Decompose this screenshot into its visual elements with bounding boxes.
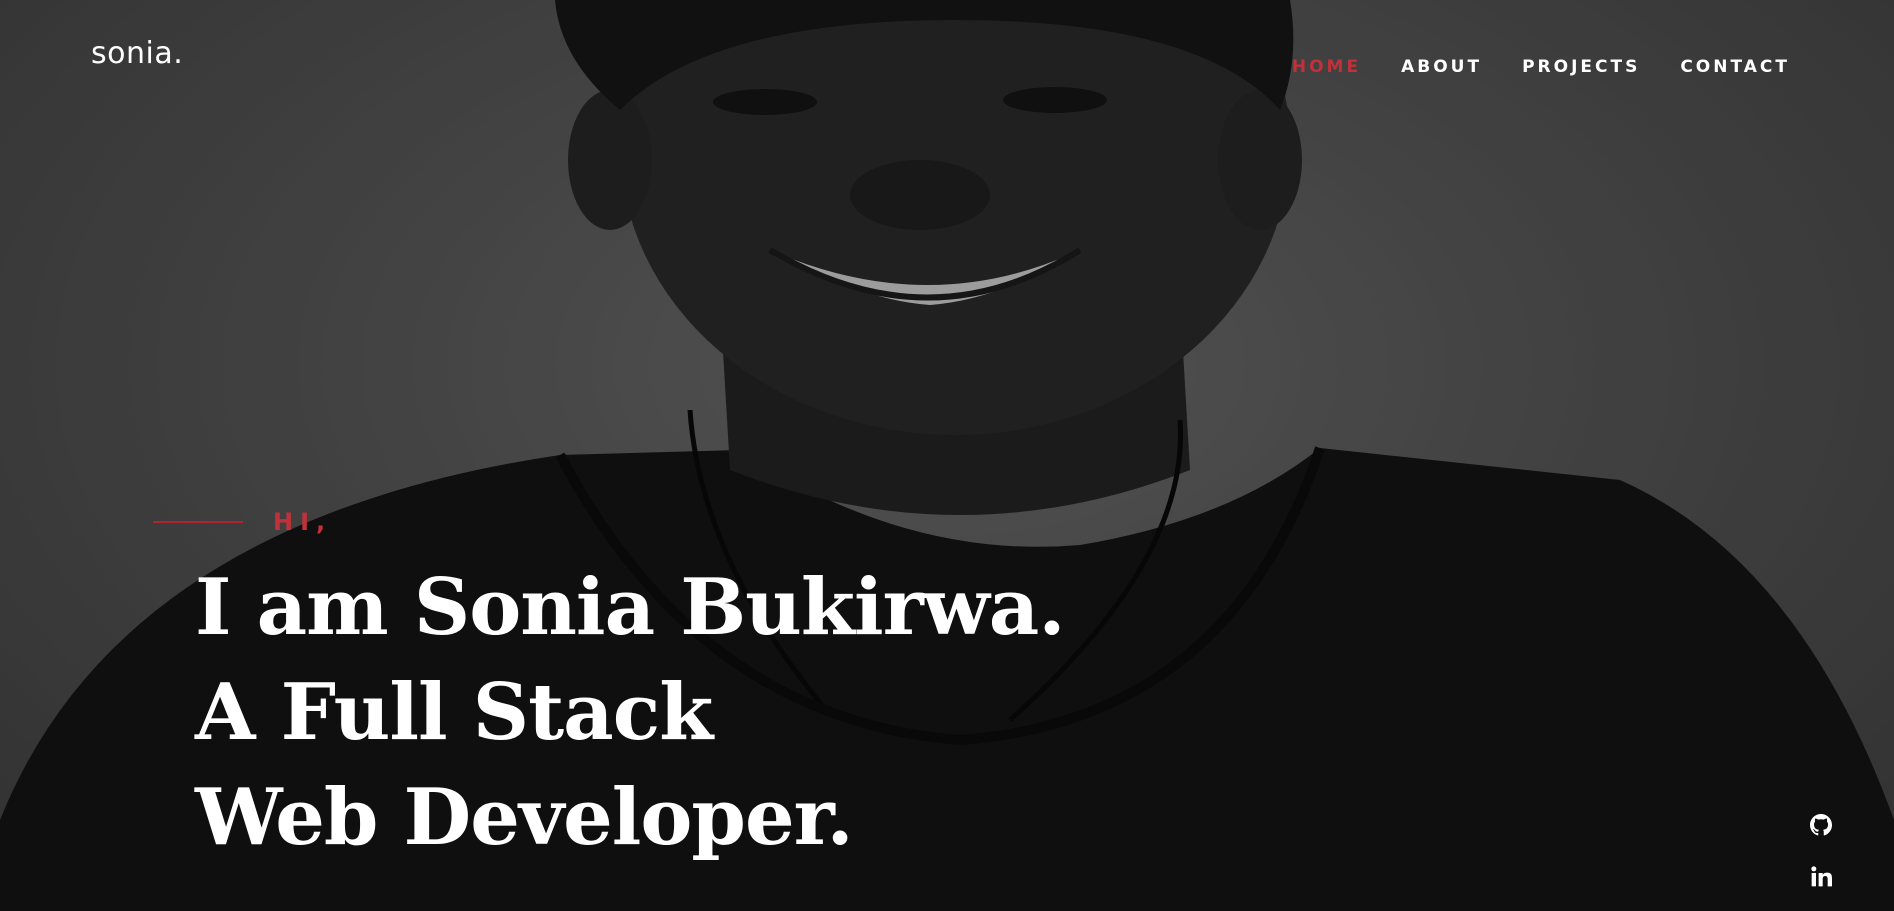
nav-item-home[interactable]: HOME [1292,57,1361,77]
nav-item-contact[interactable]: CONTACT [1680,57,1790,77]
headline-line-2: A Full Stack [195,667,713,758]
greeting-divider [153,521,243,523]
nav-item-about[interactable]: ABOUT [1401,57,1482,77]
headline-line-3: Web Developer. [195,772,854,863]
greeting-text: HI, [273,508,333,536]
headline-line-1: I am Sonia Bukirwa. [195,562,1066,653]
hero-headline: I am Sonia Bukirwa. A Full Stack Web Dev… [195,555,1066,870]
github-link[interactable] [1810,814,1832,836]
social-links [1808,814,1834,887]
nav-item-projects[interactable]: PROJECTS [1522,57,1640,77]
linkedin-link[interactable] [1810,866,1832,887]
linkedin-icon [1810,866,1832,887]
github-icon [1810,814,1832,836]
main-nav: HOME ABOUT PROJECTS CONTACT [1252,57,1790,77]
logo[interactable]: sonia. [91,36,183,71]
